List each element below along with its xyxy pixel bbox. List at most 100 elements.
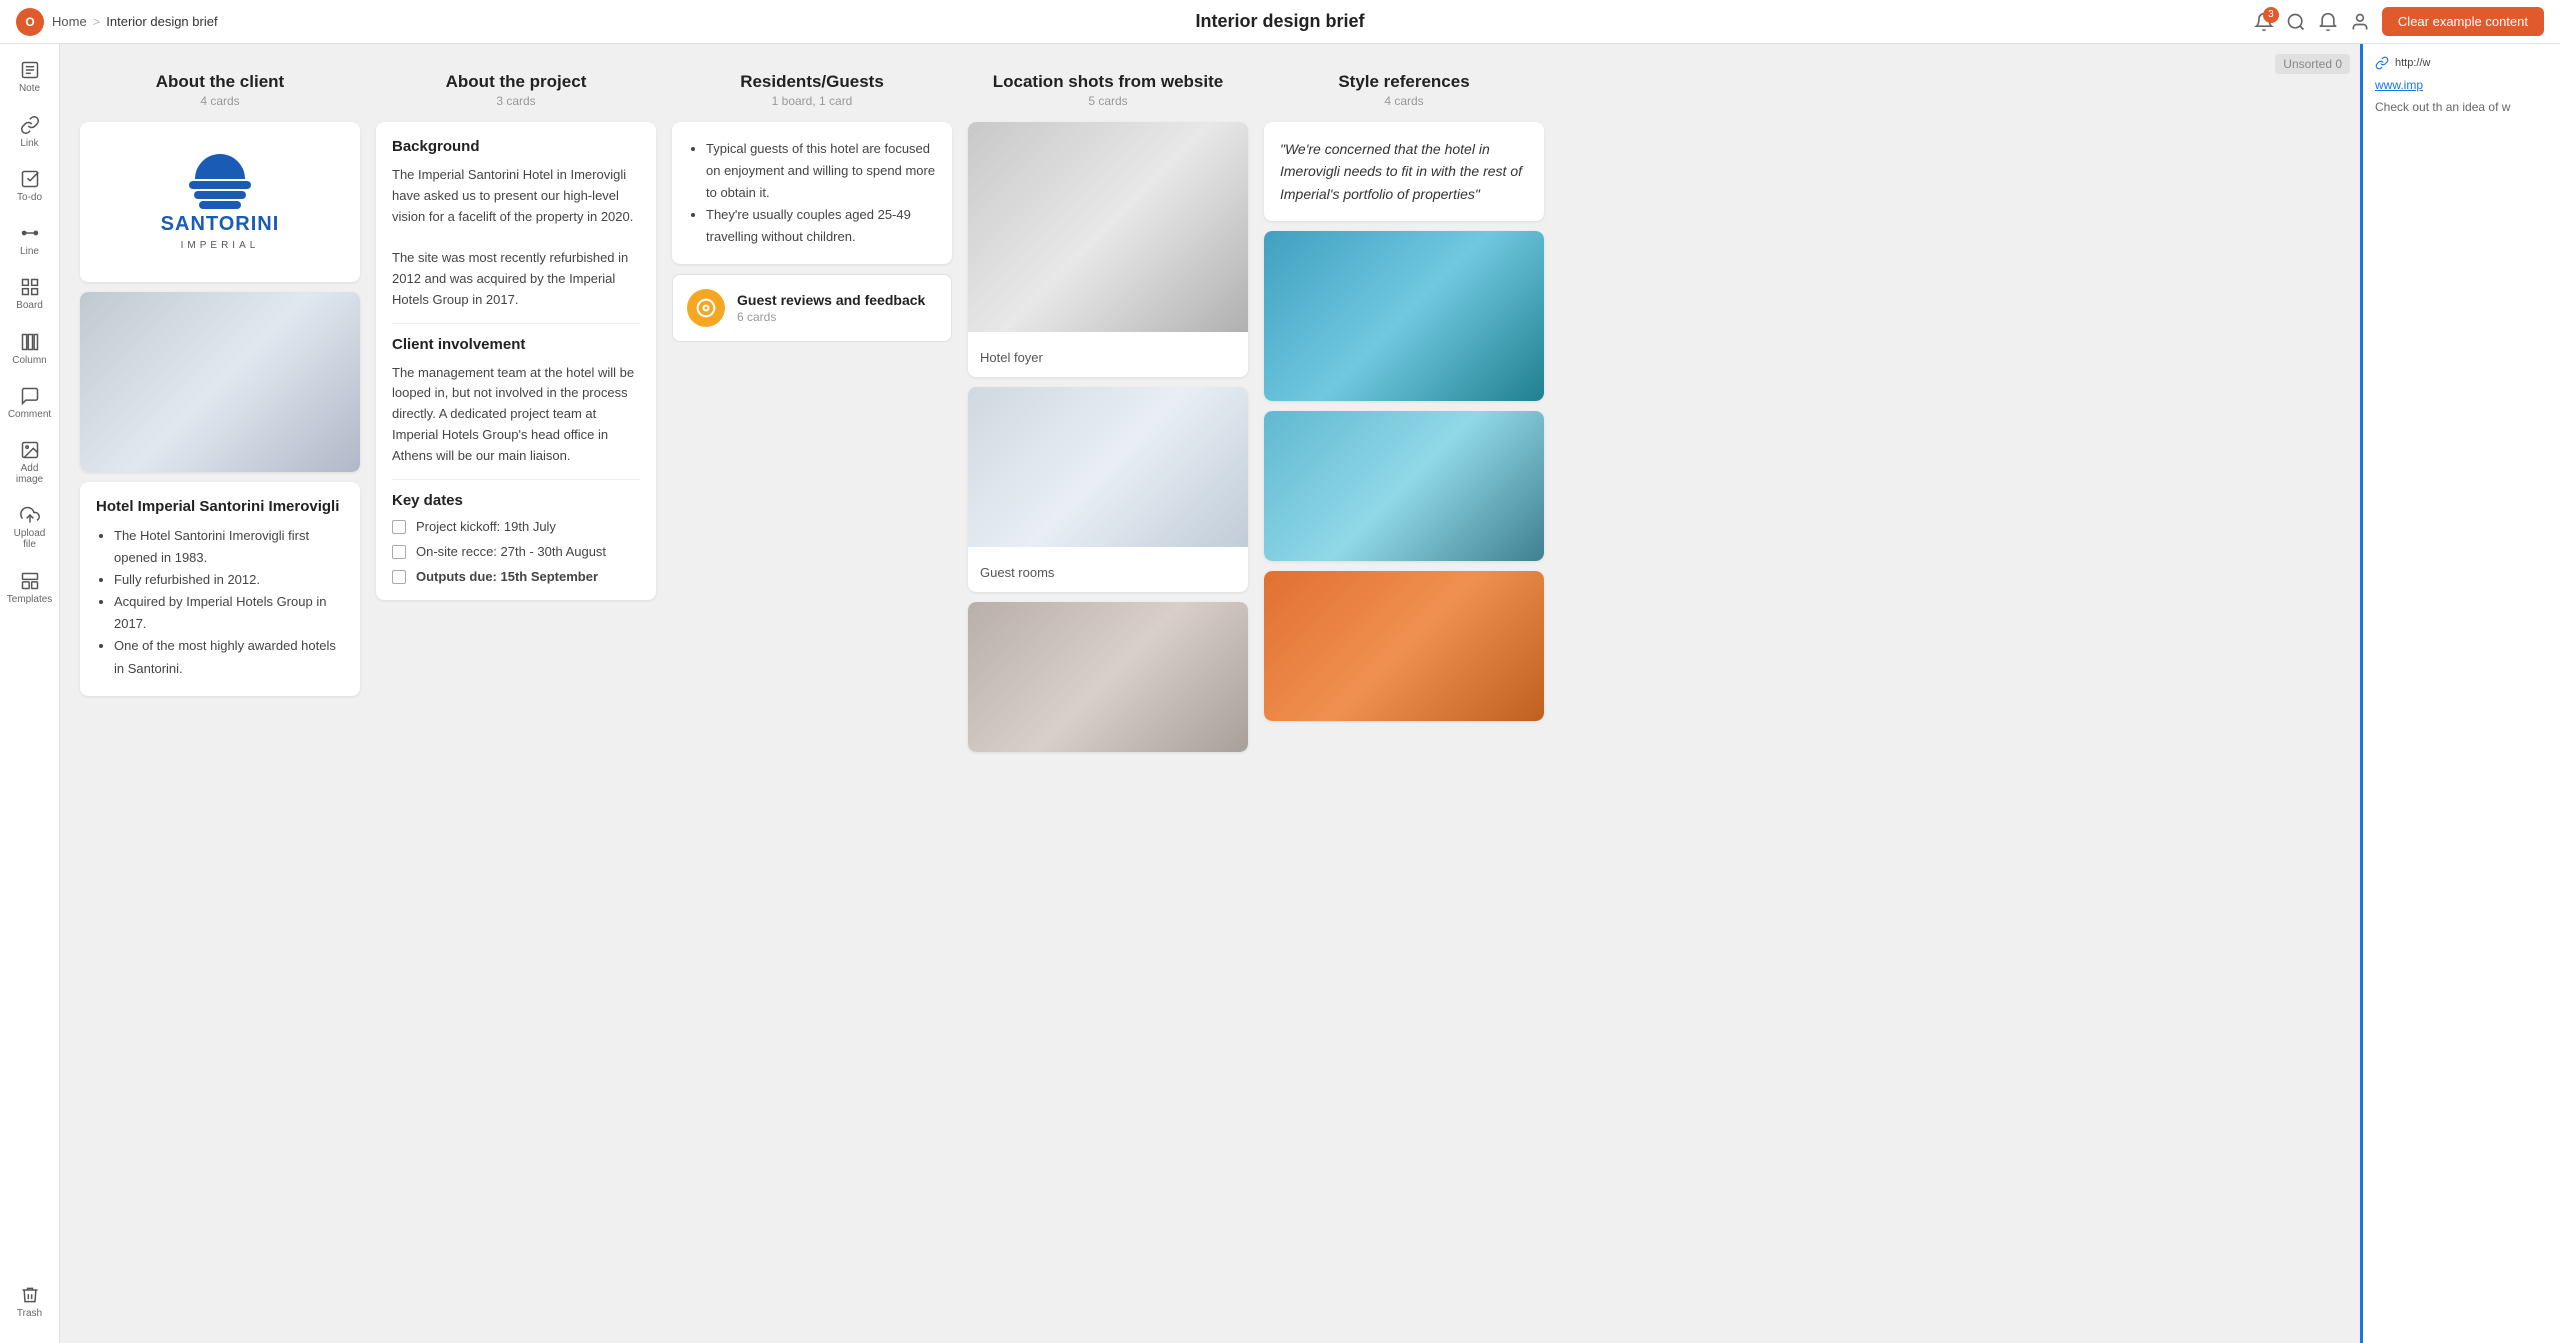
guest-rooms-label: Guest rooms — [980, 565, 1236, 580]
section-text-client-involvement: The management team at the hotel will be… — [392, 363, 640, 467]
sidebar-item-templates[interactable]: Templates — [4, 562, 56, 612]
column-about-project: About the project 3 cards Background The… — [376, 64, 656, 752]
breadcrumb-current: Interior design brief — [106, 14, 217, 29]
column-about-client: About the client 4 cards SANTORINI IMPER… — [80, 64, 360, 752]
column-subtitle-about-project: 3 cards — [376, 94, 656, 108]
check-label-3: Outputs due: 15th September — [416, 569, 598, 584]
linked-card-subtitle: 6 cards — [737, 310, 925, 324]
sidebar-item-todo[interactable]: To-do — [4, 161, 56, 211]
right-panel: http://w www.imp Check out th an idea of… — [2360, 44, 2560, 1343]
sidebar-item-comment[interactable]: Comment — [4, 378, 56, 428]
sidebar-column-label: Column — [12, 355, 46, 366]
card-style-photo-3[interactable] — [1264, 571, 1544, 721]
sidebar-item-note[interactable]: Note — [4, 52, 56, 102]
column-title-location: Location shots from website — [968, 72, 1248, 92]
hotel-foyer-label-container: Hotel foyer — [968, 332, 1248, 377]
column-subtitle-about-client: 4 cards — [80, 94, 360, 108]
check-item-3[interactable]: Outputs due: 15th September — [392, 569, 640, 584]
card-hotel-title: Hotel Imperial Santorini Imerovigli — [96, 498, 344, 515]
hotel-foyer-label: Hotel foyer — [980, 350, 1236, 365]
sidebar-note-label: Note — [19, 83, 40, 94]
sidebar-item-line[interactable]: Line — [4, 215, 56, 265]
column-subtitle-residents: 1 board, 1 card — [672, 94, 952, 108]
app-logo[interactable]: O — [16, 8, 44, 36]
column-residents-guests: Residents/Guests 1 board, 1 card Typical… — [672, 64, 952, 752]
card-project-details[interactable]: Background The Imperial Santorini Hotel … — [376, 122, 656, 600]
card-guest-rooms[interactable]: Guest rooms — [968, 387, 1248, 592]
link-icon-panel — [2375, 56, 2389, 70]
sidebar-item-column[interactable]: Column — [4, 323, 56, 373]
logo-text-santorini: SANTORINI — [161, 213, 280, 236]
card-hotel-info[interactable]: Hotel Imperial Santorini Imerovigli The … — [80, 482, 360, 696]
column-location-shots: Location shots from website 5 cards Hote… — [968, 64, 1248, 752]
column-title-style: Style references — [1264, 72, 1544, 92]
card-style-photo-2[interactable] — [1264, 411, 1544, 561]
card-guest-description[interactable]: Typical guests of this hotel are focused… — [672, 122, 952, 264]
column-header-about-project: About the project 3 cards — [376, 64, 656, 112]
sidebar-line-label: Line — [20, 246, 39, 257]
column-header-about-client: About the client 4 cards — [80, 64, 360, 112]
column-title-about-client: About the client — [80, 72, 360, 92]
sidebar-comment-label: Comment — [8, 409, 51, 420]
card-style-photo-1[interactable] — [1264, 231, 1544, 401]
column-title-residents: Residents/Guests — [672, 72, 952, 92]
card-style-quote[interactable]: "We're concerned that the hotel in Imero… — [1264, 122, 1544, 221]
check-item-1[interactable]: Project kickoff: 19th July — [392, 519, 640, 534]
bullet-1: The Hotel Santorini Imerovigli first ope… — [114, 525, 344, 569]
sidebar-item-trash[interactable]: Trash — [4, 1276, 56, 1327]
checkbox-2[interactable] — [392, 545, 406, 559]
column-header-style: Style references 4 cards — [1264, 64, 1544, 112]
unsorted-badge: Unsorted 0 — [2275, 54, 2350, 74]
card-restaurant[interactable] — [968, 602, 1248, 752]
check-label-2: On-site recce: 27th - 30th August — [416, 544, 606, 559]
card-guest-reviews[interactable]: Guest reviews and feedback 6 cards — [672, 274, 952, 342]
line-icon — [20, 223, 40, 243]
bullet-3: Acquired by Imperial Hotels Group in 201… — [114, 591, 344, 635]
user-icon[interactable] — [2350, 12, 2370, 32]
sidebar: Note Link To-do — [0, 44, 60, 1343]
sidebar-item-board[interactable]: Board — [4, 269, 56, 319]
trash-icon — [20, 1284, 40, 1305]
right-panel-link[interactable]: www.imp — [2375, 78, 2548, 92]
breadcrumb: Home > Interior design brief — [52, 14, 218, 29]
add-image-icon — [20, 440, 40, 460]
sidebar-item-upload[interactable]: Upload file — [4, 497, 56, 558]
comment-icon — [20, 386, 40, 406]
section-title-client-involvement: Client involvement — [392, 336, 640, 353]
topnav-actions: 3 Clear example content — [2254, 7, 2544, 36]
santorini-logo: SANTORINI IMPERIAL — [161, 154, 280, 251]
link-icon — [20, 114, 40, 134]
column-title-about-project: About the project — [376, 72, 656, 92]
notifications-icon[interactable]: 3 — [2254, 12, 2274, 32]
card-santorini-logo[interactable]: SANTORINI IMPERIAL — [80, 122, 360, 282]
card-interior-photo[interactable] — [80, 292, 360, 472]
sidebar-add-image-label: Add image — [8, 463, 52, 485]
search-icon[interactable] — [2286, 12, 2306, 32]
bell-icon[interactable] — [2318, 12, 2338, 32]
notification-badge: 3 — [2263, 7, 2279, 23]
checkbox-3[interactable] — [392, 570, 406, 584]
main-layout: Note Link To-do — [0, 44, 2560, 1343]
clear-example-button[interactable]: Clear example content — [2382, 7, 2544, 36]
page-title: Interior design brief — [1195, 11, 1364, 32]
sidebar-item-add-image[interactable]: Add image — [4, 432, 56, 493]
hotel-bullets: The Hotel Santorini Imerovigli first ope… — [96, 525, 344, 680]
section-title-background: Background — [392, 138, 640, 155]
sidebar-templates-label: Templates — [7, 594, 53, 605]
check-item-2[interactable]: On-site recce: 27th - 30th August — [392, 544, 640, 559]
sidebar-item-link[interactable]: Link — [4, 106, 56, 156]
breadcrumb-home[interactable]: Home — [52, 14, 87, 29]
todo-icon — [20, 169, 40, 189]
column-header-location: Location shots from website 5 cards — [968, 64, 1248, 112]
linked-card-title: Guest reviews and feedback — [737, 292, 925, 308]
canvas[interactable]: Unsorted 0 About the client 4 cards — [60, 44, 2360, 1343]
linked-info: Guest reviews and feedback 6 cards — [737, 292, 925, 324]
sidebar-upload-label: Upload file — [8, 528, 52, 550]
checkbox-1[interactable] — [392, 520, 406, 534]
card-hotel-foyer[interactable]: Hotel foyer — [968, 122, 1248, 377]
right-panel-description: Check out th an idea of w — [2375, 100, 2548, 114]
note-icon — [20, 60, 40, 80]
style-quote-text: "We're concerned that the hotel in Imero… — [1280, 138, 1528, 205]
templates-icon — [20, 570, 40, 590]
bullet-2: Fully refurbished in 2012. — [114, 569, 344, 591]
